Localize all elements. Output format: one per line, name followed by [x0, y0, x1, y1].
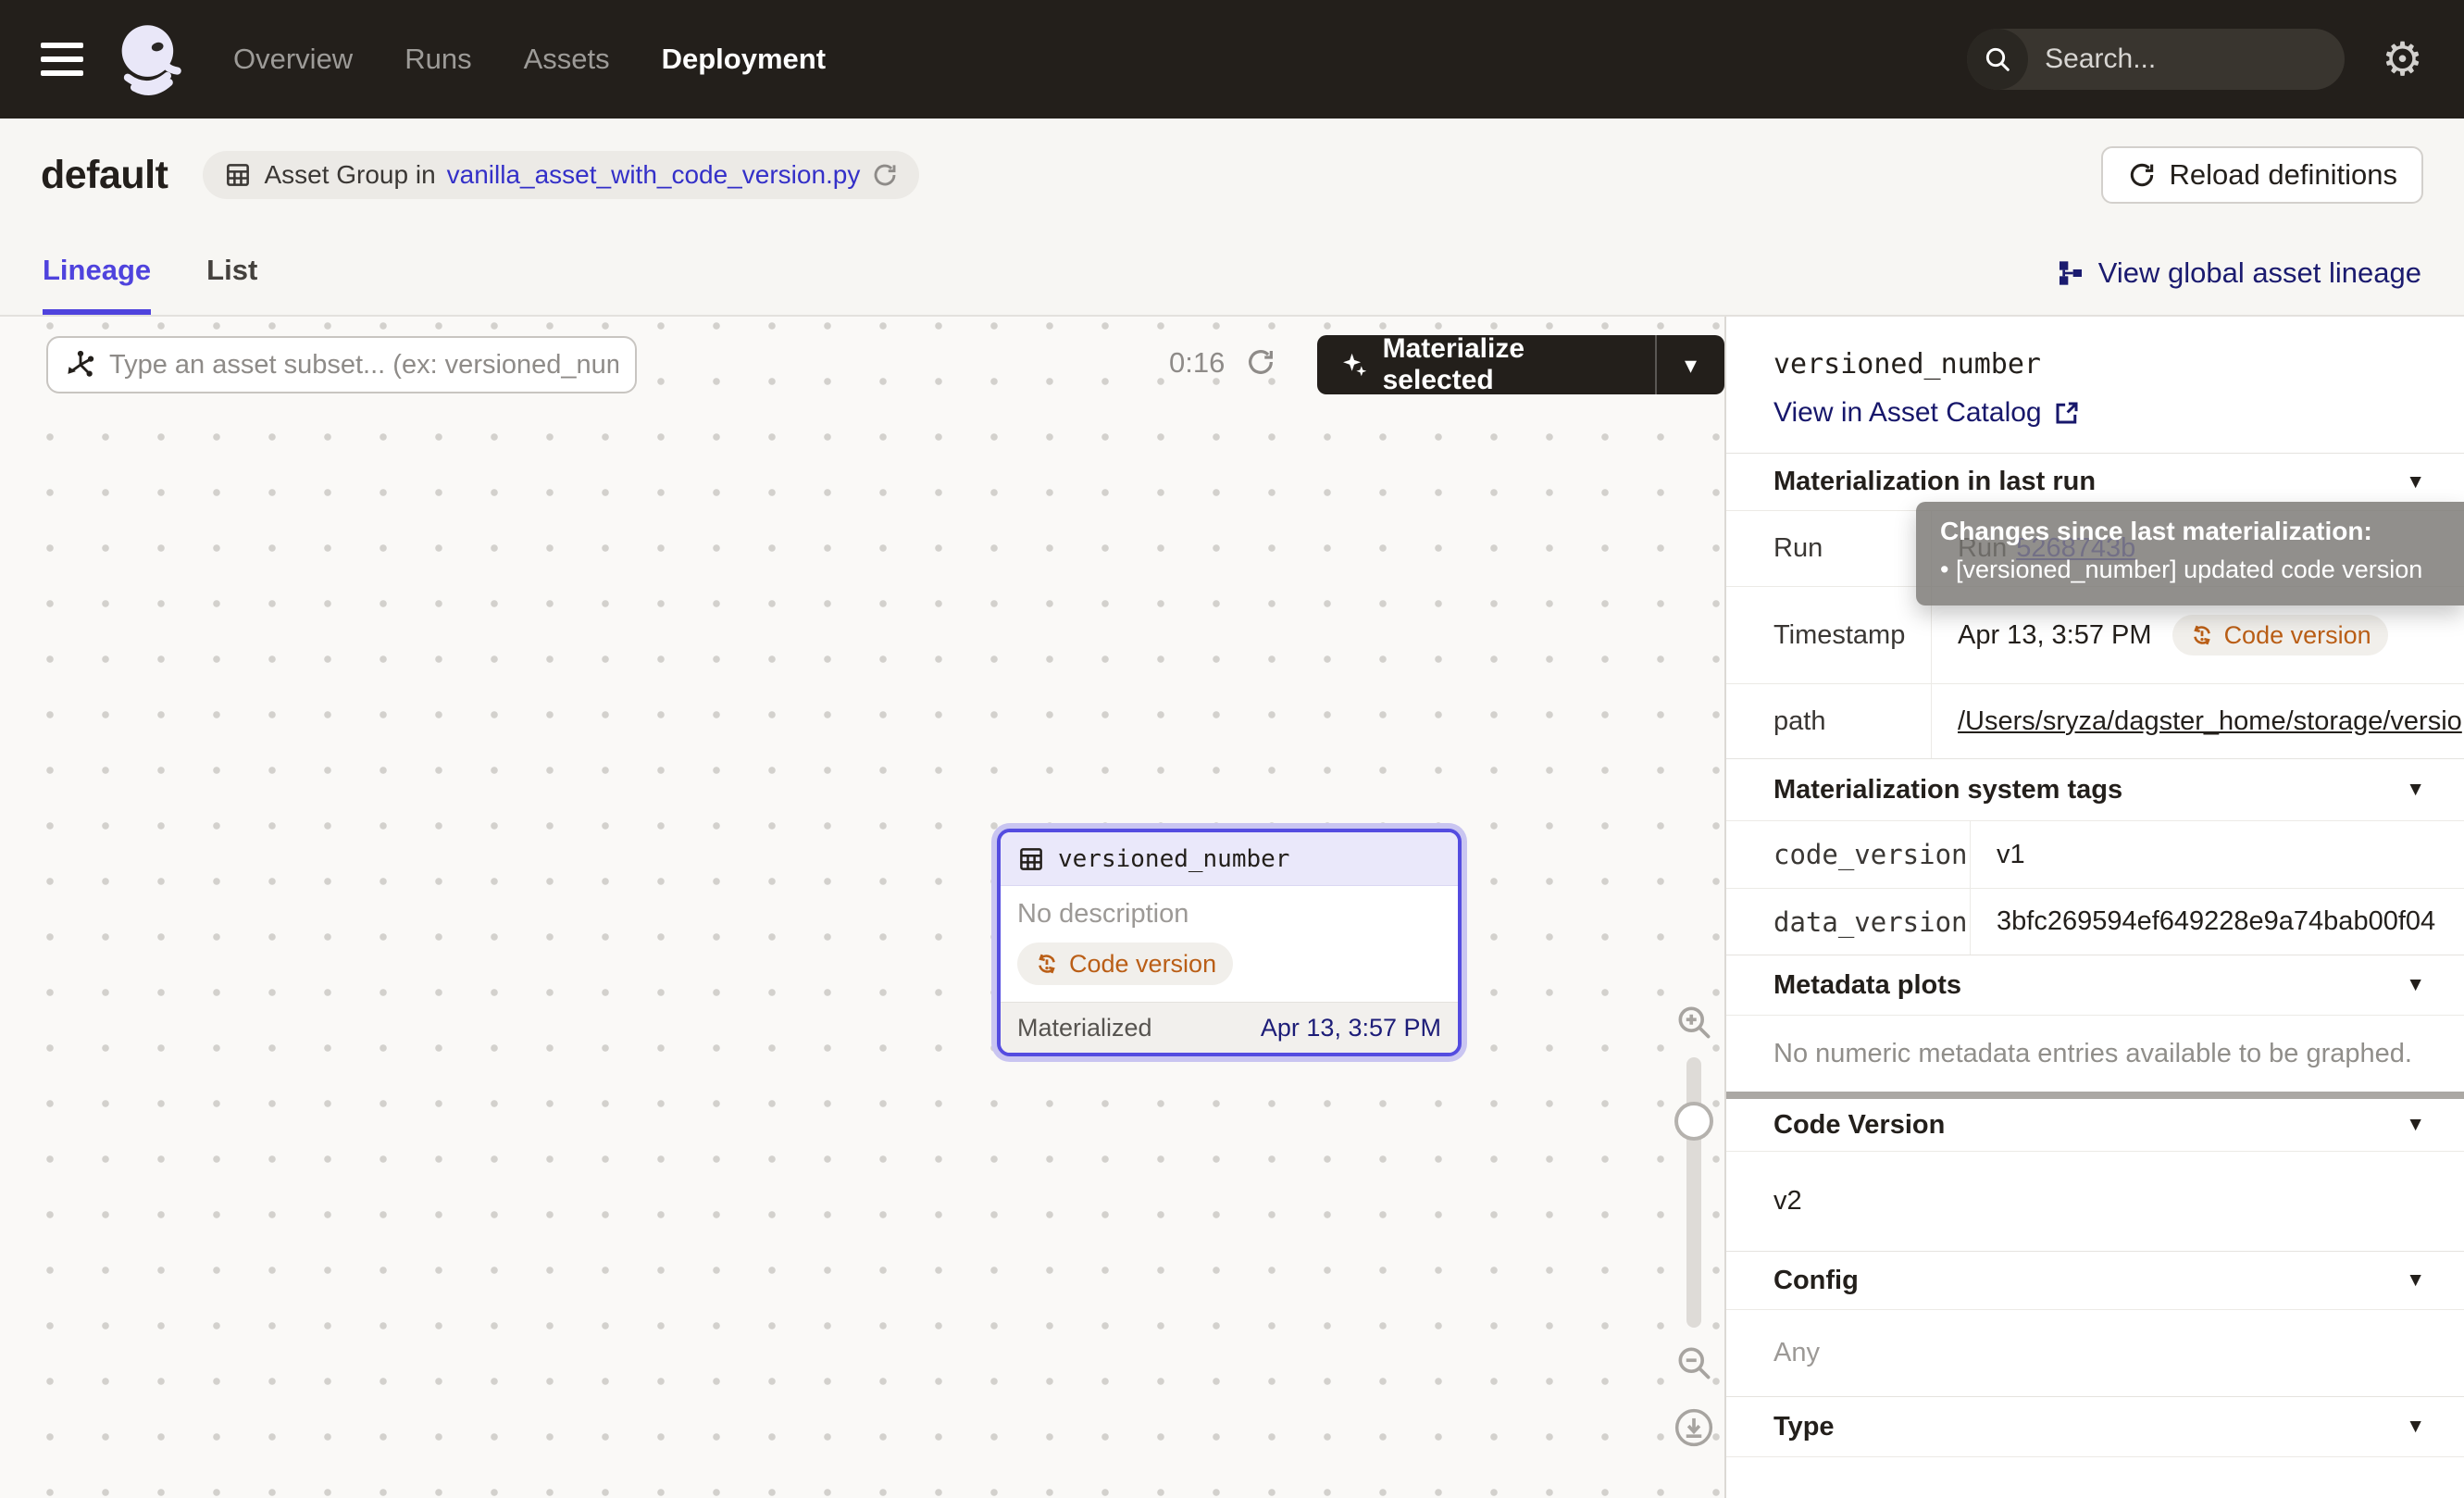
- code-version-tag: Code version: [1017, 942, 1233, 985]
- gear-icon[interactable]: ⚙: [2382, 36, 2423, 82]
- path-value-link[interactable]: /Users/sryza/dagster_home/storage/versio: [1958, 706, 2462, 737]
- menu-icon[interactable]: [41, 43, 83, 76]
- metadata-plots-empty-message: No numeric metadata entries available to…: [1726, 1015, 2464, 1092]
- tab-lineage[interactable]: Lineage: [43, 231, 151, 315]
- asset-node-body: No description Code version: [1001, 886, 1458, 1002]
- materialized-status-label: Materialized: [1017, 1014, 1152, 1042]
- chevron-down-icon: ▼: [2406, 471, 2425, 493]
- chevron-down-icon: ▼: [2406, 974, 2425, 996]
- search-input[interactable]: /: [1967, 29, 2345, 90]
- tooltip-title: Changes since last materialization:: [1940, 517, 2464, 546]
- nav-runs[interactable]: Runs: [404, 43, 471, 76]
- materialize-dropdown-button[interactable]: ▾: [1657, 335, 1724, 394]
- code-version-key: code_version: [1726, 821, 1971, 888]
- nav-overview[interactable]: Overview: [233, 43, 353, 76]
- panel-asset-title: versioned_number: [1773, 348, 2423, 381]
- asset-node-footer: Materialized Apr 13, 3:57 PM: [1001, 1002, 1458, 1053]
- sync-problem-icon: [1034, 951, 1060, 977]
- zoom-slider-thumb[interactable]: [1674, 1102, 1713, 1141]
- data-version-key: data_version: [1726, 889, 1971, 955]
- chevron-down-icon: ▼: [2406, 1114, 2425, 1136]
- page-header: default Asset Group in vanilla_asset_wit…: [0, 119, 2464, 231]
- reload-definitions-label: Reload definitions: [2170, 158, 2397, 192]
- timestamp-label: Timestamp: [1726, 587, 1932, 683]
- zoom-in-icon[interactable]: [1674, 1002, 1714, 1042]
- asset-subset-field[interactable]: [109, 350, 618, 381]
- page-title: default: [41, 153, 168, 198]
- search-field[interactable]: [2028, 44, 2345, 75]
- asset-group-badge: Asset Group in vanilla_asset_with_code_v…: [203, 151, 919, 199]
- zoom-out-icon[interactable]: [1674, 1342, 1714, 1383]
- chevron-down-icon: ▼: [2406, 1269, 2425, 1292]
- asset-node-versioned-number[interactable]: versioned_number No description Code ver…: [997, 829, 1462, 1056]
- lineage-canvas[interactable]: 0:16 Materialize selected ▾: [0, 317, 1724, 1498]
- sync-problem-icon: [2189, 622, 2215, 648]
- chevron-down-icon: ▼: [2406, 1416, 2425, 1438]
- zoom-controls: [1666, 1002, 1722, 1448]
- path-label: path: [1726, 684, 1932, 758]
- chevron-down-icon: ▾: [1685, 351, 1697, 380]
- download-image-icon[interactable]: [1674, 1407, 1714, 1448]
- dagster-logo[interactable]: [111, 19, 191, 99]
- dagster-octopus-icon: [111, 19, 191, 99]
- nav-deployment[interactable]: Deployment: [662, 43, 826, 76]
- path-row: path /Users/sryza/dagster_home/storage/v…: [1726, 683, 2464, 758]
- code-file-link[interactable]: vanilla_asset_with_code_version.py: [447, 160, 861, 190]
- section-config[interactable]: Config ▼: [1726, 1251, 2464, 1309]
- code-version-tag-row: code_version v1: [1726, 820, 2464, 888]
- tab-list[interactable]: List: [206, 231, 257, 315]
- tooltip-item: • [versioned_number] updated code versio…: [1940, 556, 2464, 584]
- data-version-value: 3bfc269594ef649228e9a74bab00f04: [1971, 889, 2464, 955]
- materialized-timestamp-link[interactable]: Apr 13, 3:57 PM: [1261, 1014, 1441, 1042]
- section-materialization-system-tags[interactable]: Materialization system tags ▼: [1726, 758, 2464, 820]
- sparkle-icon: [1339, 349, 1370, 381]
- primary-nav: Overview Runs Assets Deployment: [233, 43, 826, 76]
- op-selector-icon: [65, 349, 96, 381]
- zoom-slider[interactable]: [1686, 1057, 1701, 1328]
- view-global-asset-lineage-link[interactable]: View global asset lineage: [2056, 231, 2421, 315]
- code-version-tag: Code version: [2172, 615, 2388, 655]
- code-version-value-row: v2: [1726, 1151, 2464, 1251]
- code-version-value: v1: [1971, 821, 2464, 888]
- panel-resize-handle[interactable]: [1726, 1092, 2464, 1099]
- asset-node-description: No description: [1017, 899, 1441, 930]
- content: 0:16 Materialize selected ▾: [0, 317, 2464, 1498]
- asset-group-icon: [223, 160, 253, 190]
- top-nav: Overview Runs Assets Deployment / ⚙: [0, 0, 2464, 119]
- section-type[interactable]: Type ▼: [1726, 1396, 2464, 1456]
- run-label: Run: [1726, 511, 1932, 586]
- reload-icon: [2127, 160, 2157, 190]
- asset-detail-panel: versioned_number View in Asset Catalog M…: [1724, 317, 2464, 1498]
- materialize-selected-button[interactable]: Materialize selected: [1317, 335, 1655, 394]
- section-metadata-plots[interactable]: Metadata plots ▼: [1726, 955, 2464, 1015]
- timestamp-value: Apr 13, 3:57 PM: [1958, 620, 2152, 651]
- external-link-icon: [2053, 399, 2081, 427]
- view-in-asset-catalog-link[interactable]: View in Asset Catalog: [1773, 397, 2081, 429]
- tabs-row: Lineage List View global asset lineage: [0, 231, 2464, 317]
- materialize-button-group: Materialize selected ▾: [1317, 335, 1724, 394]
- refresh-icon[interactable]: [871, 161, 899, 189]
- data-version-tag-row: data_version 3bfc269594ef649228e9a74bab0…: [1726, 888, 2464, 955]
- refresh-graph-icon[interactable]: [1245, 346, 1276, 378]
- section-code-version[interactable]: Code Version ▼: [1726, 1099, 2464, 1151]
- asset-group-prefix: Asset Group in: [264, 160, 435, 190]
- changes-tooltip: Changes since last materialization: • [v…: [1916, 502, 2464, 605]
- reload-definitions-button[interactable]: Reload definitions: [2101, 146, 2423, 204]
- asset-subset-input[interactable]: [46, 336, 637, 393]
- nav-assets[interactable]: Assets: [524, 43, 610, 76]
- lineage-graph-icon: [2056, 258, 2085, 288]
- search-icon: [1967, 29, 2028, 90]
- table-icon: [1017, 845, 1045, 873]
- asset-node-header: versioned_number: [1001, 832, 1458, 886]
- refresh-timer: 0:16: [1169, 346, 1225, 380]
- chevron-down-icon: ▼: [2406, 779, 2425, 801]
- asset-node-title: versioned_number: [1058, 845, 1289, 873]
- config-value-row: Any: [1726, 1309, 2464, 1396]
